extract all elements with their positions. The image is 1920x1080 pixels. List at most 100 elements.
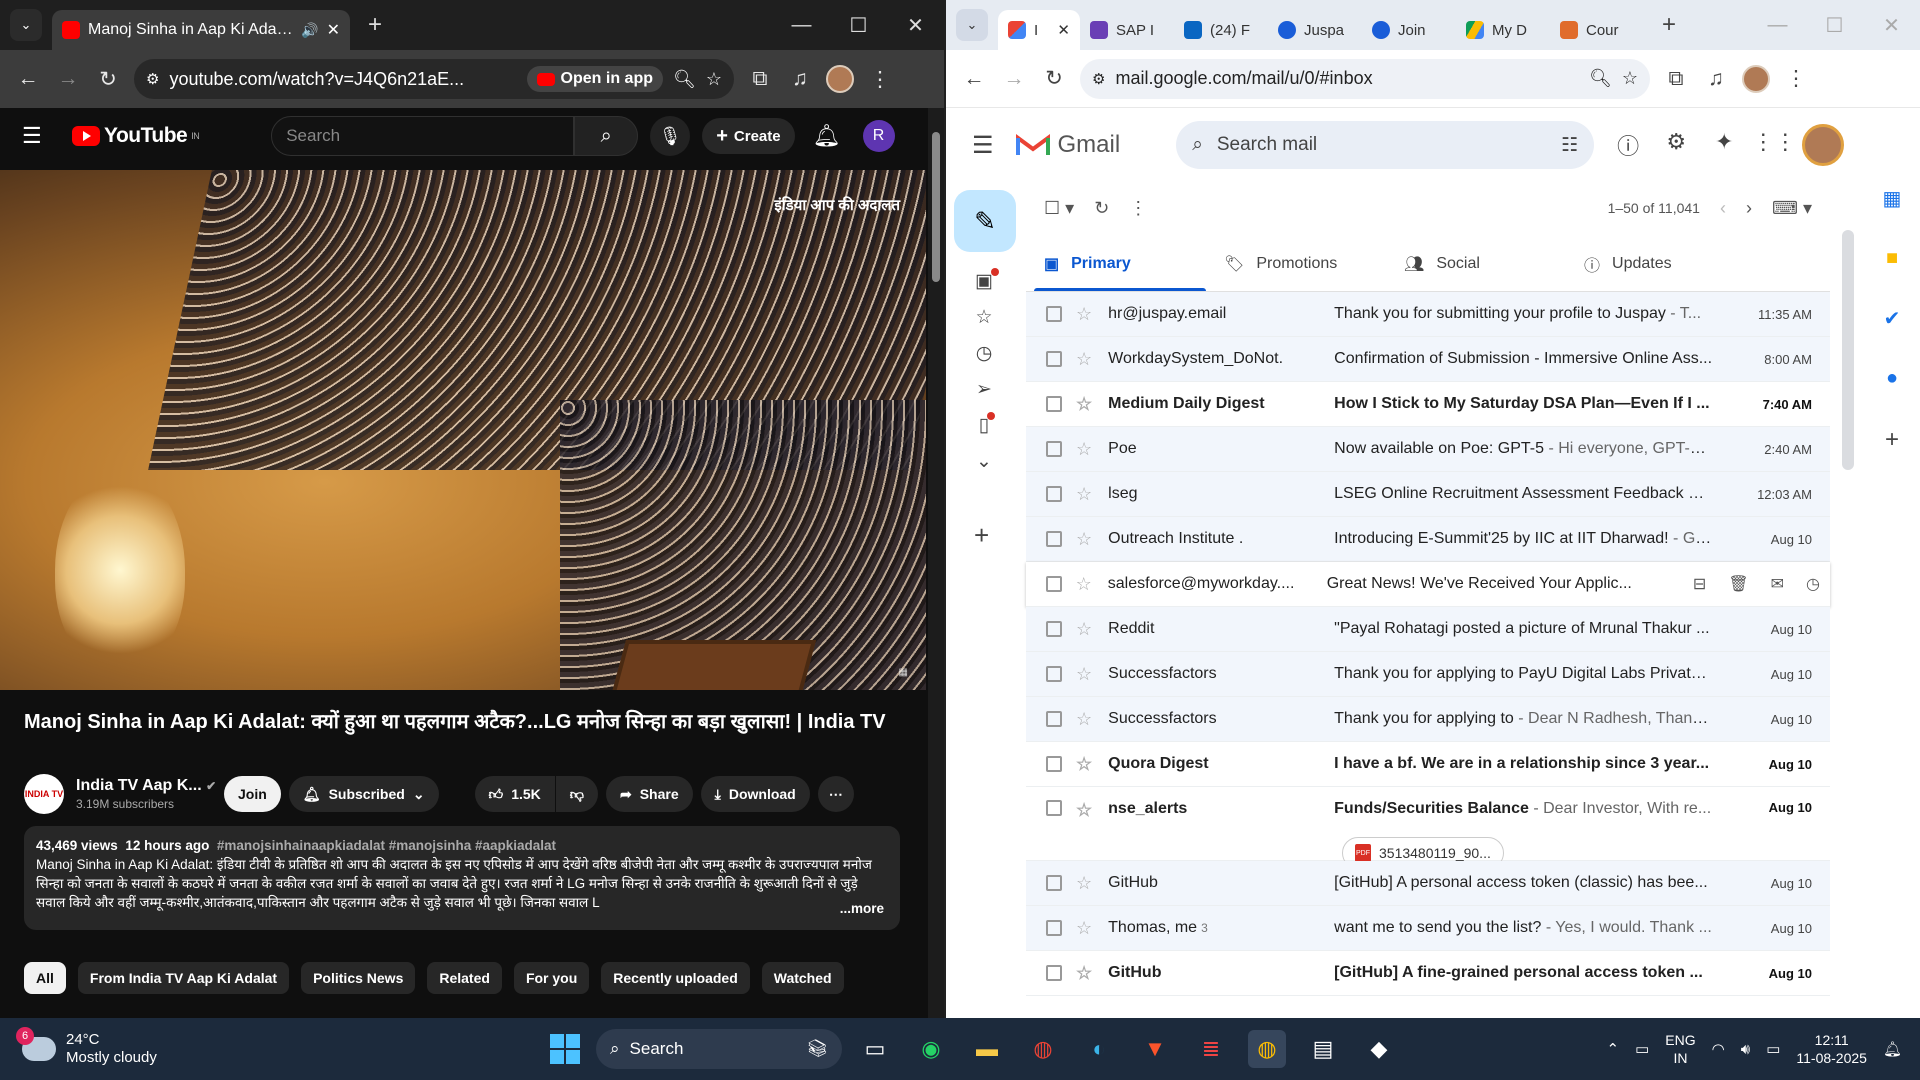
download-button[interactable]: ⤓ Download: [700, 776, 810, 812]
profile-avatar[interactable]: [820, 59, 860, 99]
row-checkbox[interactable]: [1046, 531, 1062, 547]
terminal-icon[interactable]: ▤: [1304, 1030, 1342, 1068]
row-checkbox[interactable]: [1046, 711, 1062, 727]
chrome-icon[interactable]: ◍: [1024, 1030, 1062, 1068]
forward-icon[interactable]: →: [994, 59, 1034, 99]
inbox-icon[interactable]: ▣: [975, 268, 999, 296]
email-row[interactable]: ☆ Poe Now available on Poe: GPT-5 - Hi eve…: [1026, 427, 1830, 472]
chip-watched[interactable]: Watched: [761, 962, 844, 994]
email-row[interactable]: ☆ lseg LSEG Online Recruitment Assessment …: [1026, 472, 1830, 517]
like-button[interactable]: 👍︎ 1.5K: [474, 776, 555, 812]
chrome-profile-icon[interactable]: ◍: [1248, 1030, 1286, 1068]
wifi-icon[interactable]: ◠: [1712, 1040, 1725, 1058]
dislike-button[interactable]: 👎︎: [555, 776, 598, 812]
row-checkbox[interactable]: [1046, 621, 1062, 637]
row-checkbox[interactable]: [1046, 756, 1062, 772]
extensions-icon[interactable]: ⧉: [1656, 59, 1696, 99]
chip-all[interactable]: All: [24, 962, 66, 994]
tab-search-button[interactable]: ⌄: [956, 9, 988, 41]
minimize-button[interactable]: —: [773, 0, 830, 50]
taskbar-search[interactable]: ⌕ Search 📚︎: [596, 1029, 842, 1069]
row-checkbox[interactable]: [1046, 396, 1062, 412]
bookmark-star-icon[interactable]: ☆: [1622, 68, 1638, 89]
tab-primary[interactable]: ▣ Primary: [1026, 236, 1206, 291]
star-icon[interactable]: ☆: [1076, 664, 1092, 685]
email-row[interactable]: ☆ nse_alerts Funds/Securities Balance - De…: [1026, 787, 1830, 869]
reload-icon[interactable]: ↻: [88, 59, 128, 99]
close-tab-icon[interactable]: ✕: [1057, 21, 1070, 39]
notification-bell-icon[interactable]: 🔔︎: [1883, 1040, 1902, 1058]
snoozed-clock-icon[interactable]: ◷: [976, 342, 993, 368]
site-info-icon[interactable]: ⚙: [1092, 70, 1105, 88]
tab-updates[interactable]: ⓘ Updates: [1566, 236, 1746, 291]
tab-sap[interactable]: SAP I: [1080, 10, 1174, 50]
row-checkbox[interactable]: [1046, 306, 1062, 322]
tab-gmail[interactable]: I ✕: [998, 10, 1080, 50]
chip-related[interactable]: Related: [427, 962, 502, 994]
drafts-icon[interactable]: ▯: [979, 412, 997, 440]
main-menu-icon[interactable]: ☰: [972, 131, 994, 160]
page-scrollbar[interactable]: [928, 108, 944, 1018]
star-icon[interactable]: ☆: [1076, 709, 1092, 730]
hamburger-menu-icon[interactable]: ☰: [22, 123, 52, 149]
weather-widget[interactable]: 6 24°C Mostly cloudy: [16, 1027, 282, 1067]
close-tab-icon[interactable]: ✕: [327, 20, 340, 40]
star-icon[interactable]: ☆: [1076, 349, 1092, 370]
whatsapp-icon[interactable]: ◉: [912, 1030, 950, 1068]
menu-kebab-icon[interactable]: ⋮: [1776, 59, 1816, 99]
star-icon[interactable]: ☆: [1076, 394, 1092, 415]
battery-icon[interactable]: ▭: [1766, 1040, 1780, 1058]
tab-drive[interactable]: My D: [1456, 10, 1550, 50]
scrollbar-thumb[interactable]: [932, 132, 940, 282]
file-explorer-icon[interactable]: ▬: [968, 1030, 1006, 1068]
tab-search-button[interactable]: ⌄: [10, 9, 42, 41]
star-icon[interactable]: ☆: [1076, 439, 1092, 460]
search-icon[interactable]: ⌕: [1192, 134, 1203, 156]
stack-app-icon[interactable]: ≣: [1192, 1030, 1230, 1068]
sent-icon[interactable]: ➢: [976, 378, 992, 404]
create-label-plus-icon[interactable]: +: [974, 520, 989, 551]
open-in-app-button[interactable]: Open in app: [526, 66, 663, 92]
close-window-button[interactable]: ✕: [887, 0, 944, 50]
more-options-icon[interactable]: ⋮: [1129, 198, 1147, 219]
youtube-logo[interactable]: YouTube IN: [72, 124, 200, 148]
row-checkbox[interactable]: [1046, 875, 1062, 891]
star-icon[interactable]: ☆: [1076, 619, 1092, 640]
star-icon[interactable]: ☆: [1076, 754, 1092, 775]
row-checkbox[interactable]: [1046, 576, 1062, 592]
chip-for-you[interactable]: For you: [513, 962, 590, 994]
get-addons-plus-icon[interactable]: +: [1885, 426, 1899, 454]
archive-icon[interactable]: ⊟: [1693, 574, 1706, 594]
media-controls-icon[interactable]: ♫: [780, 59, 820, 99]
start-windows-icon[interactable]: [550, 1034, 580, 1064]
tab-linkedin[interactable]: (24) F: [1174, 10, 1268, 50]
row-checkbox[interactable]: [1046, 666, 1062, 682]
search-button[interactable]: ⌕: [574, 116, 639, 156]
tab-youtube[interactable]: Manoj Sinha in Aap Ki Adalat 🔊 ✕: [52, 10, 350, 50]
more-chevron-icon[interactable]: ⌄: [976, 450, 992, 476]
extensions-icon[interactable]: ⧉: [740, 59, 780, 99]
star-icon[interactable]: ☆: [1076, 800, 1092, 821]
email-row[interactable]: ☆ Successfactors Thank you for applying to…: [1026, 652, 1830, 697]
email-row[interactable]: ☆ salesforce@myworkday.... Great News! We'…: [1026, 562, 1830, 607]
voice-search-button[interactable]: 🎙︎: [650, 116, 691, 156]
description-box[interactable]: 43,469 views 12 hours ago #manojsinhaina…: [24, 826, 900, 930]
row-checkbox[interactable]: [1046, 800, 1062, 816]
video-player[interactable]: इंडिया आप की अदालत ▦: [0, 170, 926, 690]
forward-icon[interactable]: →: [48, 59, 88, 99]
email-row[interactable]: ☆ GitHub [GitHub] A fine-grained personal …: [1026, 951, 1830, 996]
dark-app-icon[interactable]: ◆: [1360, 1030, 1398, 1068]
tab-join[interactable]: Join: [1362, 10, 1456, 50]
mark-unread-icon[interactable]: ✉: [1771, 574, 1784, 594]
star-icon[interactable]: ☆: [1076, 873, 1092, 894]
chip-recently-uploaded[interactable]: Recently uploaded: [601, 962, 750, 994]
tab-juspay[interactable]: Juspa: [1268, 10, 1362, 50]
star-icon[interactable]: ☆: [1076, 574, 1092, 595]
gemini-sparkle-icon[interactable]: ✦: [1704, 129, 1744, 161]
volume-icon[interactable]: 🔊︎: [1741, 1041, 1750, 1058]
edge-icon[interactable]: ◐: [1080, 1030, 1118, 1068]
address-bar[interactable]: ⚙ youtube.com/watch?v=J4Q6n21aE... Open …: [134, 59, 734, 99]
snooze-icon[interactable]: ◷: [1806, 574, 1820, 594]
language-indicator[interactable]: ENG IN: [1665, 1031, 1695, 1067]
back-icon[interactable]: ←: [954, 59, 994, 99]
